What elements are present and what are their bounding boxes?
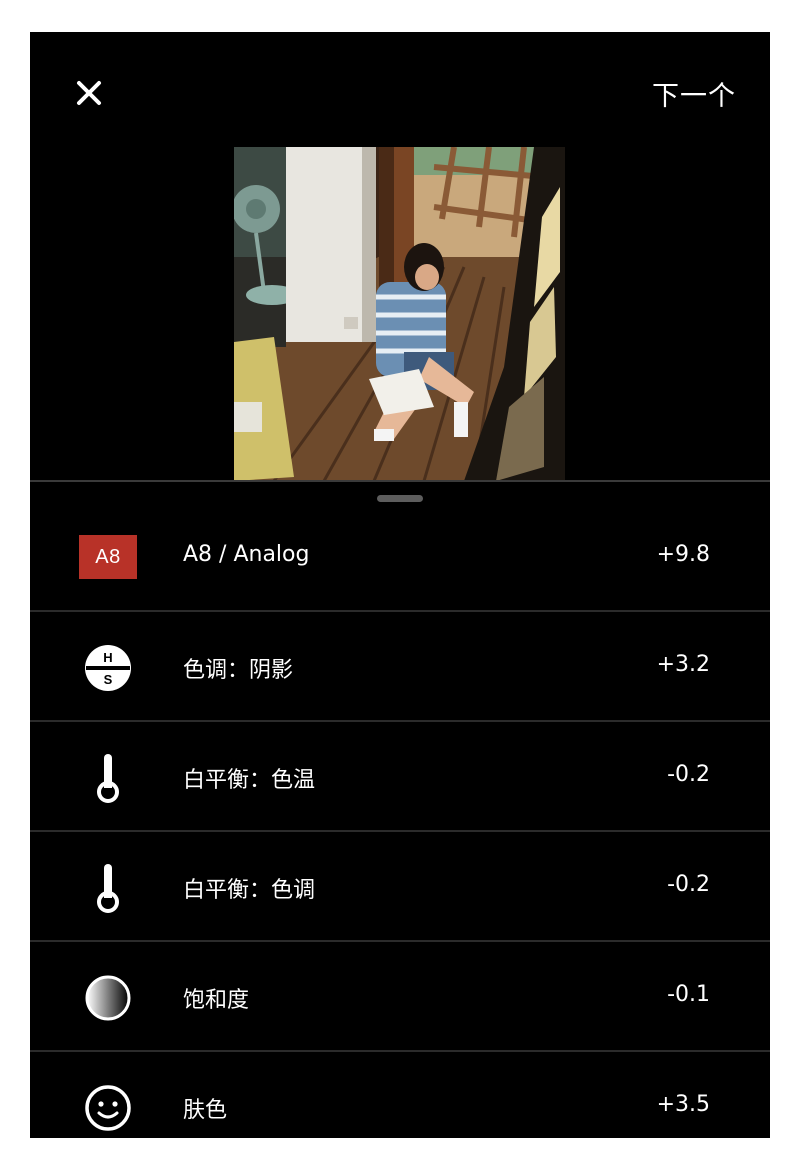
thermometer-icon	[78, 860, 138, 916]
edit-row-value: +3.5	[656, 1092, 710, 1117]
row-divider	[30, 720, 770, 722]
photo-preview	[234, 147, 565, 481]
edit-row-label: 色调：阴影	[183, 658, 294, 683]
edit-row-label: 白平衡：色温	[183, 768, 316, 793]
edit-row-value: +3.2	[656, 652, 710, 677]
row-divider	[30, 1050, 770, 1052]
edit-row-preset[interactable]: A8 A8 / Analog +9.8	[30, 504, 770, 612]
edit-row-tone-shadows[interactable]: H S 色调：阴影 +3.2	[30, 614, 770, 722]
edit-row-value: -0.2	[667, 762, 710, 787]
edit-row-skin-tone[interactable]: 肤色 +3.5	[30, 1054, 770, 1138]
adjustments-panel: A8 A8 / Analog +9.8 H S 色调：阴影 +3.2 白平衡：色…	[30, 480, 770, 1138]
edit-row-value: -0.1	[667, 982, 710, 1007]
photo-illustration	[234, 147, 565, 481]
saturation-gradient-icon	[78, 970, 138, 1026]
drag-handle[interactable]	[377, 495, 423, 502]
edit-row-label: A8 / Analog	[183, 542, 310, 567]
edit-row-label: 白平衡：色调	[183, 878, 316, 903]
top-bar: 下一个	[30, 32, 770, 142]
row-divider	[30, 940, 770, 942]
close-icon	[77, 81, 101, 105]
edit-row-value: -0.2	[667, 872, 710, 897]
a8-preset-badge: A8	[78, 529, 138, 585]
hsl-icon-letter-s: S	[104, 672, 113, 687]
edit-row-wb-temperature[interactable]: 白平衡：色温 -0.2	[30, 724, 770, 832]
edit-row-wb-tint[interactable]: 白平衡：色调 -0.2	[30, 834, 770, 942]
preset-badge-text: A8	[79, 535, 137, 579]
next-button[interactable]: 下一个	[652, 74, 736, 113]
row-divider	[30, 610, 770, 612]
smiley-face-icon	[78, 1080, 138, 1136]
hsl-icon: H S	[78, 640, 138, 696]
thermometer-icon	[78, 750, 138, 806]
edit-row-value: +9.8	[656, 542, 710, 567]
edit-row-label: 饱和度	[183, 988, 250, 1013]
editor-screen: 下一个 A8 A8 / Analog +9.8 H S 色调：阴影 +3.2 白…	[30, 32, 770, 1138]
edit-row-label: 肤色	[183, 1098, 228, 1123]
row-divider	[30, 830, 770, 832]
hsl-icon-letter-h: H	[103, 650, 112, 665]
edit-row-saturation[interactable]: 饱和度 -0.1	[30, 944, 770, 1052]
close-button[interactable]	[74, 78, 104, 108]
